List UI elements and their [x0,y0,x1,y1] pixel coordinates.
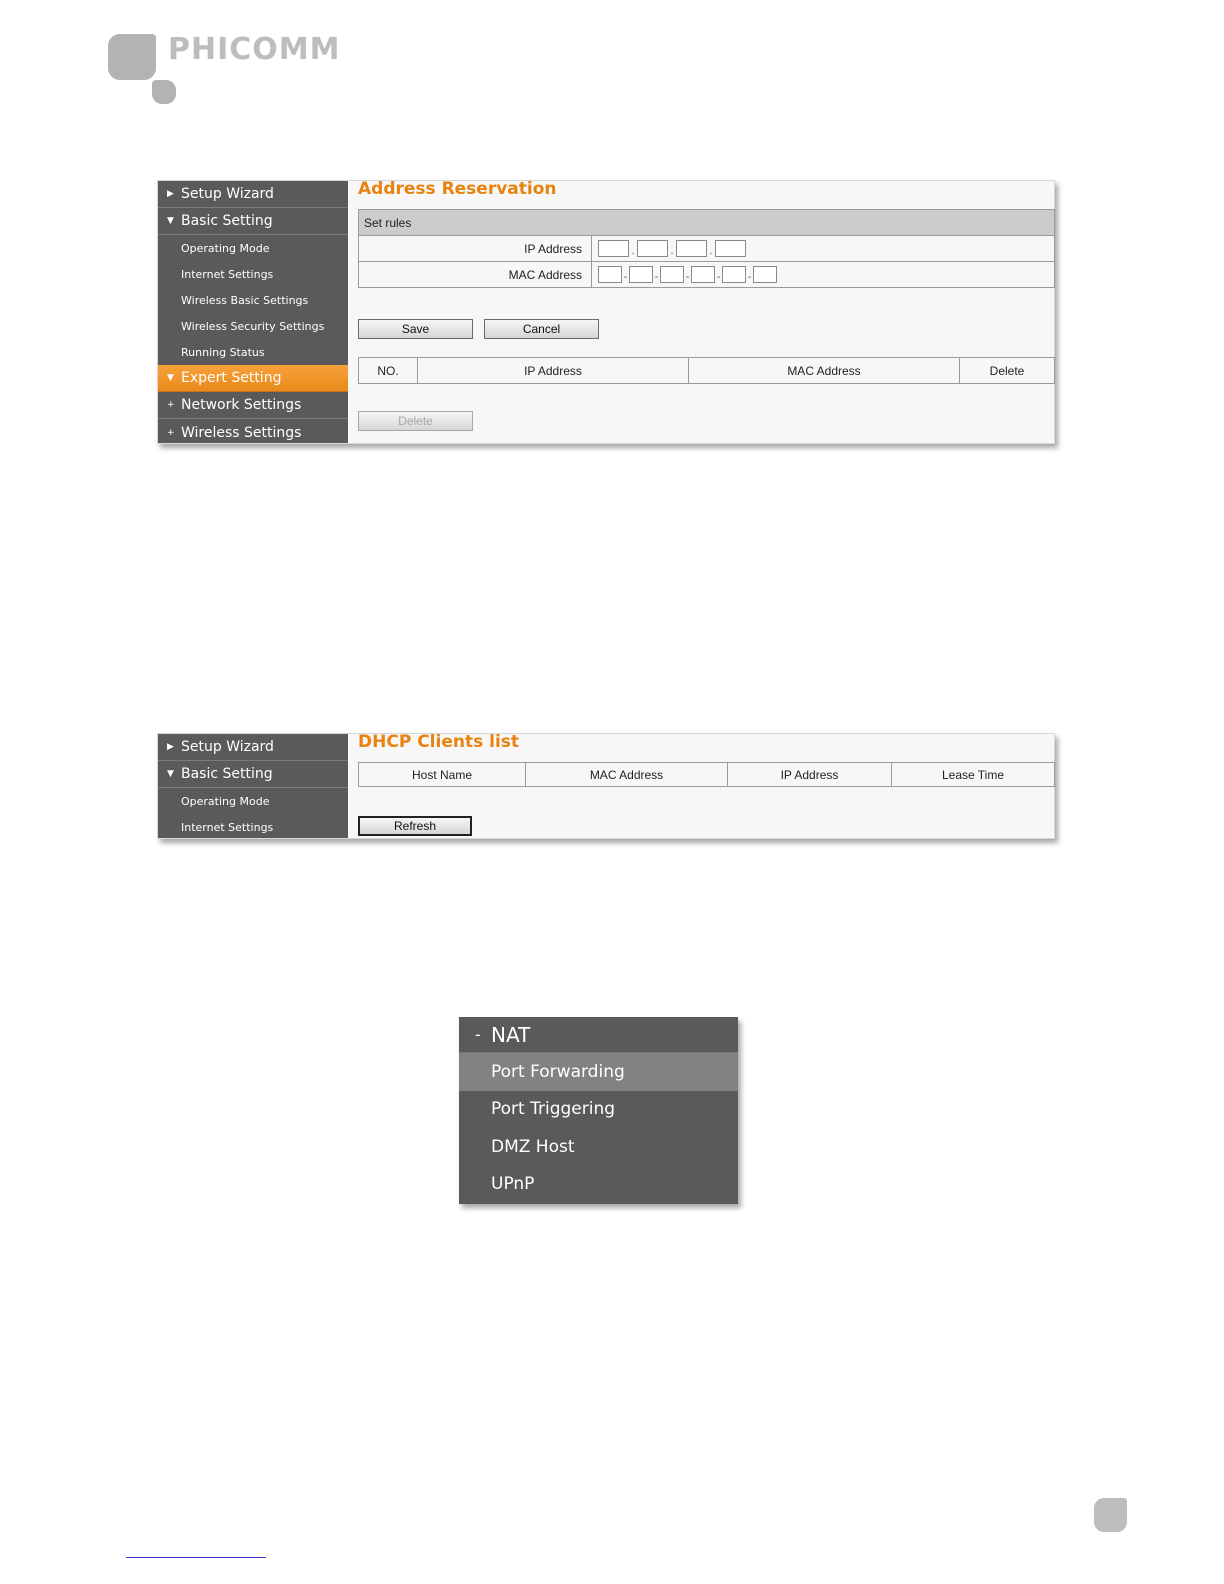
sidebar-subitem-internet-settings[interactable]: Internet Settings [158,261,348,287]
sidebar-item-expert-setting[interactable]: ▼ Expert Setting [158,365,348,392]
mac-byte-input[interactable] [629,266,653,283]
main-content: DHCP Clients list Host Name MAC Address … [358,732,1055,838]
sidebar-item-label: Network Settings [181,397,302,413]
sidebar-item-network-settings[interactable]: + Network Settings [158,392,348,419]
sidebar-item-label: Setup Wizard [181,739,274,755]
sidebar-item-basic-setting[interactable]: ▼ Basic Setting [158,208,348,235]
sidebar-item-setup-wizard[interactable]: ▶ Setup Wizard [158,181,348,208]
logo-mark-icon [108,34,156,80]
minus-icon: - [475,1025,481,1044]
sidebar-subitem-internet-settings[interactable]: Internet Settings [158,814,348,840]
column-header-no: NO. [358,357,418,384]
ip-address-inputs: ... [591,235,1055,262]
mac-byte-input[interactable] [660,266,684,283]
menu-item-upnp[interactable]: UPnP [459,1166,738,1204]
set-rules-header: Set rules [358,209,1055,236]
arrow-right-icon: ▶ [167,742,174,752]
ip-octet-input[interactable] [676,240,707,257]
menu-item-port-forwarding[interactable]: Port Forwarding [459,1053,738,1091]
sidebar-item-label: Basic Setting [181,213,273,229]
arrow-down-icon: ▼ [167,769,174,779]
nat-menu: - NAT Port Forwarding Port Triggering DM… [459,1017,738,1204]
mac-byte-input[interactable] [722,266,746,283]
nat-menu-title: NAT [491,1022,531,1047]
menu-item-port-triggering[interactable]: Port Triggering [459,1091,738,1129]
ip-address-label: IP Address [358,235,592,262]
reservation-list-table: NO. IP Address MAC Address Delete [358,357,1055,384]
ip-octet-input[interactable] [598,240,629,257]
ip-octet-input[interactable] [715,240,746,257]
sidebar-subitem-operating-mode[interactable]: Operating Mode [158,788,348,814]
sidebar-item-label: Basic Setting [181,766,273,782]
arrow-down-icon: ▼ [167,216,174,226]
sidebar-item-wireless-settings[interactable]: + Wireless Settings [158,419,348,446]
delete-button[interactable]: Delete [358,411,473,431]
column-header-lease-time: Lease Time [891,762,1055,787]
nat-menu-header[interactable]: - NAT [459,1017,738,1053]
column-header-host-name: Host Name [358,762,526,787]
column-header-mac-address: MAC Address [688,357,960,384]
column-header-delete: Delete [959,357,1055,384]
sidebar-subitem-wireless-basic-settings[interactable]: Wireless Basic Settings [158,287,348,313]
page-corner-mark [1094,1498,1127,1532]
mac-address-label: MAC Address [358,261,592,288]
sidebar-item-setup-wizard[interactable]: ▶ Setup Wizard [158,734,348,761]
sidebar-item-label: Expert Setting [181,370,282,386]
footer-link-underline [126,1557,266,1558]
column-header-mac-address: MAC Address [525,762,728,787]
sidebar-subitem-operating-mode[interactable]: Operating Mode [158,235,348,261]
set-rules-table: Set rules IP Address ... MAC Address ---… [358,209,1055,288]
mac-byte-input[interactable] [753,266,777,283]
sidebar-subitem-wireless-security-settings[interactable]: Wireless Security Settings [158,313,348,339]
mac-byte-input[interactable] [598,266,622,283]
save-button[interactable]: Save [358,319,473,339]
page-title: DHCP Clients list [358,732,520,752]
sidebar-nav: ▶ Setup Wizard ▼ Basic Setting Operating… [158,734,348,838]
arrow-down-icon: ▼ [167,373,174,383]
phicomm-logo: PHICOMM [108,32,341,106]
mac-byte-input[interactable] [691,266,715,283]
main-content: Address Reservation Set rules IP Address… [358,179,1055,443]
dhcp-clients-table: Host Name MAC Address IP Address Lease T… [358,762,1055,787]
sidebar-item-basic-setting[interactable]: ▼ Basic Setting [158,761,348,788]
page-title: Address Reservation [358,179,557,199]
mac-address-inputs: ----- [591,261,1055,288]
arrow-right-icon: ▶ [167,189,174,199]
column-header-ip-address: IP Address [727,762,892,787]
ip-octet-input[interactable] [637,240,668,257]
plus-icon: + [167,400,175,410]
refresh-button[interactable]: Refresh [358,816,472,836]
sidebar-item-label: Setup Wizard [181,186,274,202]
sidebar-nav: ▶ Setup Wizard ▼ Basic Setting Operating… [158,181,348,443]
column-header-ip-address: IP Address [417,357,689,384]
menu-item-dmz-host[interactable]: DMZ Host [459,1128,738,1166]
sidebar-item-label: Wireless Settings [181,424,302,441]
logo-text: PHICOMM [168,32,341,67]
address-reservation-screen: ▶ Setup Wizard ▼ Basic Setting Operating… [157,179,1055,444]
cancel-button[interactable]: Cancel [484,319,599,339]
logo-mark-small-icon [152,80,176,104]
dhcp-clients-screen: ▶ Setup Wizard ▼ Basic Setting Operating… [157,732,1055,839]
plus-icon: + [167,427,175,438]
sidebar-subitem-running-status[interactable]: Running Status [158,339,348,365]
